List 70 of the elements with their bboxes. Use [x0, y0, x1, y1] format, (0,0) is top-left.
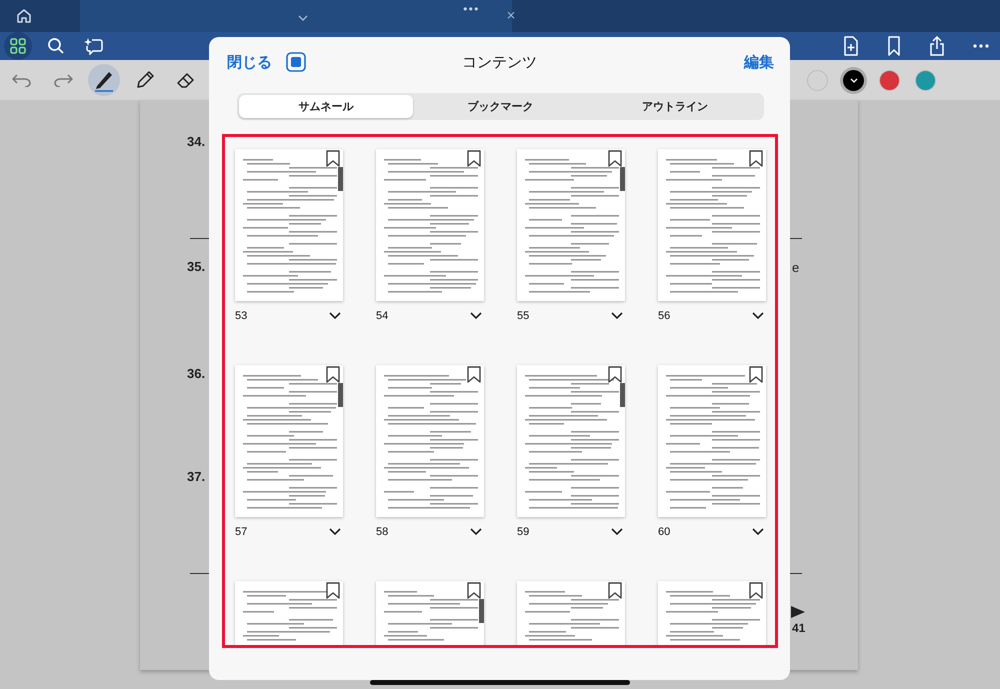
share-icon[interactable] [928, 36, 946, 56]
document-tab[interactable]: ••• × [80, 0, 512, 32]
page-number-label: 54 [376, 310, 388, 322]
chevron-down-icon[interactable] [329, 312, 341, 320]
page-thumbnail[interactable] [658, 365, 766, 517]
question-number: 37. [187, 469, 206, 484]
question-number: 35. [187, 259, 206, 274]
bookmark-icon[interactable] [326, 582, 340, 599]
question-number: 34. [187, 134, 206, 149]
eraser-icon [176, 71, 196, 89]
page-number-label: 59 [517, 526, 530, 538]
redo-icon [53, 73, 73, 87]
close-link[interactable]: 閉じる [227, 52, 272, 72]
square-icon[interactable] [286, 52, 306, 72]
page-number-label: 60 [658, 526, 670, 538]
segment-tab[interactable]: アウトライン [588, 95, 762, 118]
page-thumbnail[interactable] [235, 149, 343, 301]
bookmark-icon[interactable] [467, 366, 481, 383]
pencil-icon [135, 70, 155, 90]
segment-tab[interactable]: サムネール [239, 95, 414, 118]
sparkle-chat-icon [84, 37, 104, 55]
chevron-down-icon[interactable] [470, 528, 482, 536]
bookmark-icon[interactable] [749, 366, 763, 383]
color-swatch[interactable] [915, 70, 936, 90]
page-number-label: 58 [376, 526, 388, 538]
page-thumbnail[interactable] [517, 365, 625, 517]
edit-link[interactable]: 編集 [744, 52, 774, 72]
grid-view-button[interactable] [4, 32, 32, 60]
bookmark-icon[interactable] [467, 150, 481, 167]
bookmark-icon[interactable] [467, 582, 481, 599]
chevron-down-icon[interactable] [470, 312, 482, 320]
bookmark-icon[interactable] [749, 582, 763, 599]
bookmark-icon[interactable] [608, 582, 622, 599]
pen-tool[interactable] [88, 64, 120, 96]
bookmark-icon[interactable] [886, 36, 902, 56]
undo-icon [12, 73, 32, 87]
page-number-label: 53 [235, 310, 248, 322]
page-thumbnail[interactable] [376, 149, 484, 301]
cut-off-text: e [792, 260, 800, 275]
page-thumbnail[interactable] [658, 149, 766, 301]
home-icon[interactable] [15, 7, 33, 25]
color-swatch[interactable] [843, 70, 864, 90]
bookmark-icon[interactable] [326, 366, 340, 383]
color-swatch[interactable] [807, 70, 828, 90]
page-number-label: 57 [235, 526, 248, 538]
search-icon [47, 37, 65, 55]
question-number: 36. [187, 366, 206, 381]
bookmark-icon[interactable] [608, 150, 622, 167]
grid-icon [9, 37, 27, 55]
page-thumbnail[interactable] [235, 365, 343, 517]
bookmark-icon[interactable] [608, 366, 622, 383]
bookmark-icon[interactable] [749, 150, 763, 167]
add-page-icon[interactable] [842, 36, 860, 56]
bookmark-icon[interactable] [326, 150, 340, 167]
page-number-label: 56 [658, 310, 670, 322]
page-thumbnail[interactable] [376, 365, 484, 517]
panel-title: コンテンツ [462, 52, 537, 72]
triangle-icon [791, 606, 805, 618]
page-thumbnail[interactable] [517, 149, 625, 301]
page-number-label: 55 [517, 310, 530, 322]
chevron-down-icon[interactable] [329, 528, 341, 536]
chevron-down-icon[interactable] [752, 528, 764, 536]
tab-menu-button[interactable]: ••• [462, 3, 478, 16]
segment-tab[interactable]: ブックマーク [413, 95, 588, 118]
chevron-down-icon[interactable] [611, 312, 623, 320]
color-swatch[interactable] [879, 70, 900, 90]
chevron-down-icon[interactable] [611, 528, 623, 536]
more-icon[interactable] [972, 43, 990, 49]
chevron-down-icon[interactable] [752, 312, 764, 320]
page-number: 41 [792, 621, 806, 635]
